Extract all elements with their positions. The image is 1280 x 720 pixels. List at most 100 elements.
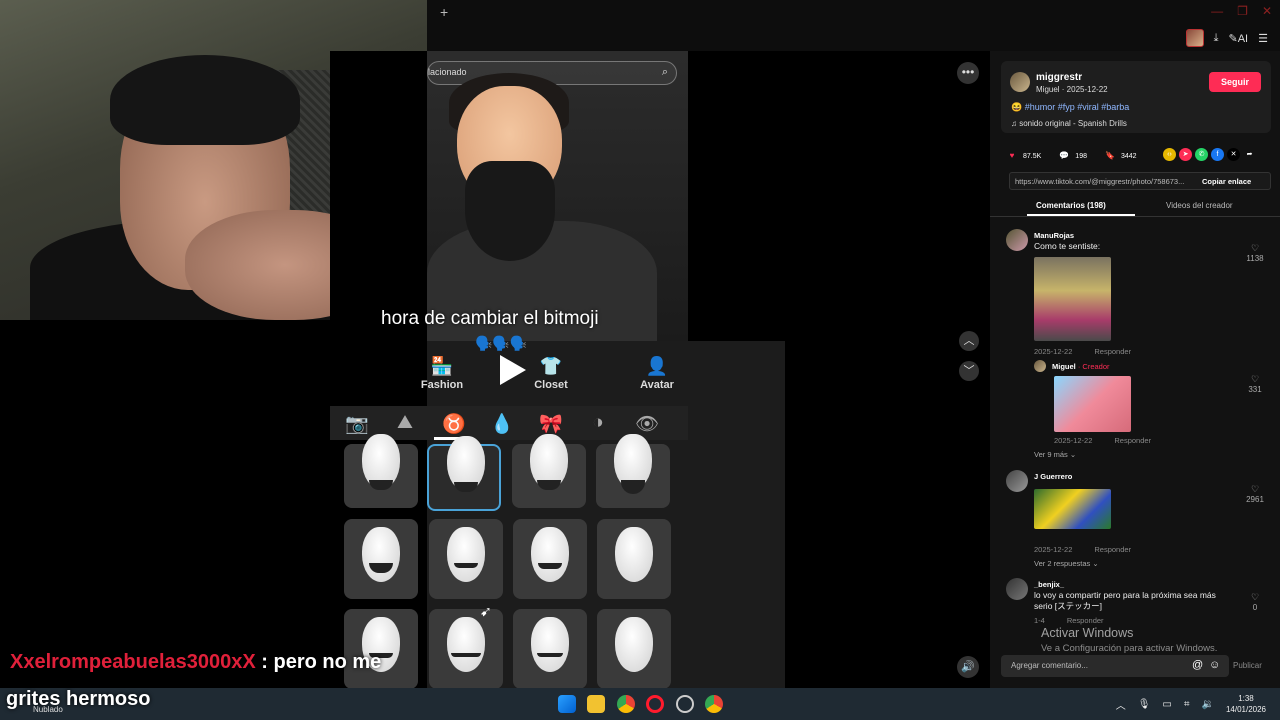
profile-avatar[interactable] [1185, 29, 1204, 47]
chrome-profile-icon[interactable] [705, 695, 723, 713]
comment-sticker-image[interactable] [1034, 257, 1111, 341]
app-icon[interactable] [676, 695, 694, 713]
reply-sticker-image[interactable] [1054, 376, 1131, 432]
download-icon[interactable]: ⤓ [1214, 32, 1219, 45]
follow-button[interactable]: Seguir [1209, 72, 1261, 92]
clock[interactable]: 1:38 14/01/2026 [1226, 693, 1266, 715]
save-button[interactable]: 🔖 3442 [1103, 149, 1137, 163]
comment-avatar[interactable] [1006, 229, 1028, 251]
no-beard-tile[interactable] [597, 519, 671, 599]
comment-username[interactable]: ManuRojas [1034, 231, 1074, 240]
beard-option-tile[interactable] [429, 609, 503, 689]
more-options-icon[interactable]: ••• [957, 62, 979, 84]
post-hashtags[interactable]: 😆 #humor #fyp #viral #barba [1011, 102, 1129, 113]
eye-icon[interactable]: 👁 [632, 412, 662, 436]
chrome-icon[interactable] [617, 695, 635, 713]
comment-like[interactable]: ♡ 1138 [1245, 243, 1265, 263]
beard-option-tile[interactable] [597, 609, 671, 689]
start-icon[interactable] [558, 695, 576, 713]
reply-button[interactable]: Responder [1114, 436, 1151, 445]
creator-name[interactable]: miggrestr [1036, 72, 1082, 83]
caption-emoji: 🗣️🗣️🗣️ [475, 335, 528, 351]
volume-icon[interactable]: 🔊 [957, 656, 979, 678]
view-more-replies[interactable]: Ver 9 más ⌄ [1034, 450, 1076, 459]
reply-button[interactable]: Responder [1094, 347, 1131, 356]
file-explorer-icon[interactable] [587, 695, 605, 713]
toolbar-actions: ⤓ ✎AI ☰ [1185, 29, 1268, 47]
head-shape [615, 617, 653, 672]
emoji-picker-icon[interactable]: ☺ [1209, 659, 1220, 671]
send-icon[interactable]: ➤ [1179, 148, 1192, 161]
network-icon[interactable]: ⌗ [1184, 699, 1190, 710]
comment-like[interactable]: ♡ 2961 [1245, 484, 1265, 504]
opera-icon[interactable] [646, 695, 664, 713]
new-tab-button[interactable]: + [440, 4, 448, 20]
like-button[interactable]: ♥ 87.5K [1005, 149, 1042, 163]
minimize-icon[interactable]: — [1211, 4, 1223, 18]
camera-icon[interactable]: 📷 [342, 412, 372, 436]
copy-link-button[interactable]: Copiar enlace [1202, 177, 1251, 186]
beard-option-tile[interactable] [344, 519, 418, 599]
contrast-icon[interactable]: ◑ [583, 412, 613, 434]
creator-avatar[interactable] [1010, 72, 1030, 92]
ai-button[interactable]: ✎AI [1229, 32, 1249, 45]
comment-like[interactable]: ♡ 0 [1245, 592, 1265, 612]
display-icon[interactable]: ▭ [1162, 699, 1171, 710]
comment-like-count: 2961 [1246, 495, 1264, 504]
comments-sidebar: miggrestr Miguel · 2025-12-22 Seguir 😆 #… [990, 51, 1280, 688]
reply-username[interactable]: Miguel · Creador [1052, 362, 1110, 371]
beard-option-tile[interactable] [344, 609, 418, 689]
share-arrow-icon[interactable]: ➦ [1243, 148, 1256, 161]
video-frame[interactable]: lacionado ⌕ 🏪 Fashion 👕 Closet 👤 Avatar 📷 ⛰… [330, 51, 785, 689]
comment-button[interactable]: 💬 198 [1057, 149, 1087, 163]
facebook-icon[interactable]: f [1211, 148, 1224, 161]
comment-username[interactable]: _benjix_ [1034, 580, 1064, 589]
publish-button[interactable]: Publicar [1233, 661, 1262, 670]
tab-fashion[interactable]: 🏪 Fashion [397, 356, 487, 391]
comment-avatar[interactable] [1006, 578, 1028, 600]
head-shape [615, 527, 653, 582]
x-icon[interactable]: ✕ [1227, 148, 1240, 161]
beard-option-tile-selected[interactable] [427, 436, 501, 511]
view-more-replies[interactable]: Ver 2 respuestas ⌄ [1034, 559, 1099, 568]
add-comment-field[interactable]: Agregar comentario... @ ☺ [1001, 655, 1229, 677]
previous-video-icon[interactable]: ︿ [959, 331, 979, 351]
search-icon[interactable]: ⌕ [662, 66, 668, 79]
next-video-icon[interactable]: ﹀ [959, 361, 979, 381]
reply-like[interactable]: ♡ 331 [1245, 374, 1265, 394]
sound-link[interactable]: ♫ sonido original - Spanish Drills [1011, 119, 1127, 128]
beard-option-tile[interactable] [344, 434, 418, 508]
embed-icon[interactable]: ‹› [1163, 148, 1176, 161]
save-count: 3442 [1120, 152, 1137, 160]
beard-option-tile[interactable] [429, 519, 503, 599]
hashtags-text[interactable]: #humor #fyp #viral #barba [1025, 102, 1130, 112]
play-icon[interactable] [500, 355, 526, 385]
close-icon[interactable]: ✕ [1262, 4, 1272, 18]
beard-option-tile[interactable] [513, 519, 587, 599]
beard-option-tile[interactable] [513, 609, 587, 689]
post-link[interactable]: https://www.tiktok.com/@miggrestr/photo/… [1015, 177, 1195, 186]
beard-option-tile[interactable] [596, 434, 670, 508]
tab-comments[interactable]: Comentarios (198) [1036, 201, 1106, 210]
menu-icon[interactable]: ☰ [1258, 32, 1268, 45]
maximize-icon[interactable]: ❐ [1237, 4, 1248, 18]
reply-avatar[interactable] [1034, 360, 1046, 372]
reply-button[interactable]: Responder [1094, 545, 1131, 554]
accessory-icon[interactable]: 🎀 [536, 412, 566, 436]
chevron-up-icon[interactable]: ︿ [1116, 697, 1126, 712]
comment-sticker-image[interactable] [1034, 489, 1111, 529]
comment-avatar[interactable] [1006, 470, 1028, 492]
reply-button[interactable]: Responder [1067, 616, 1104, 625]
mention-icon[interactable]: @ [1192, 659, 1203, 671]
volume-tray-icon[interactable]: 🔉 [1202, 699, 1214, 710]
beard-option-tile[interactable] [512, 434, 586, 508]
tab-avatar[interactable]: 👤 Avatar [612, 356, 702, 391]
tab-creator-videos[interactable]: Videos del creador [1166, 201, 1233, 210]
whatsapp-icon[interactable]: ✆ [1195, 148, 1208, 161]
comment-username[interactable]: J Guerrero [1034, 472, 1072, 481]
skin-drop-icon[interactable]: 💧 [487, 412, 517, 436]
comment-like-count: 0 [1252, 603, 1258, 612]
hair-icon[interactable]: ⛰ [390, 412, 420, 434]
beard-icon[interactable]: ♉ [439, 412, 469, 436]
microphone-icon[interactable]: 🎙 [1138, 699, 1151, 710]
